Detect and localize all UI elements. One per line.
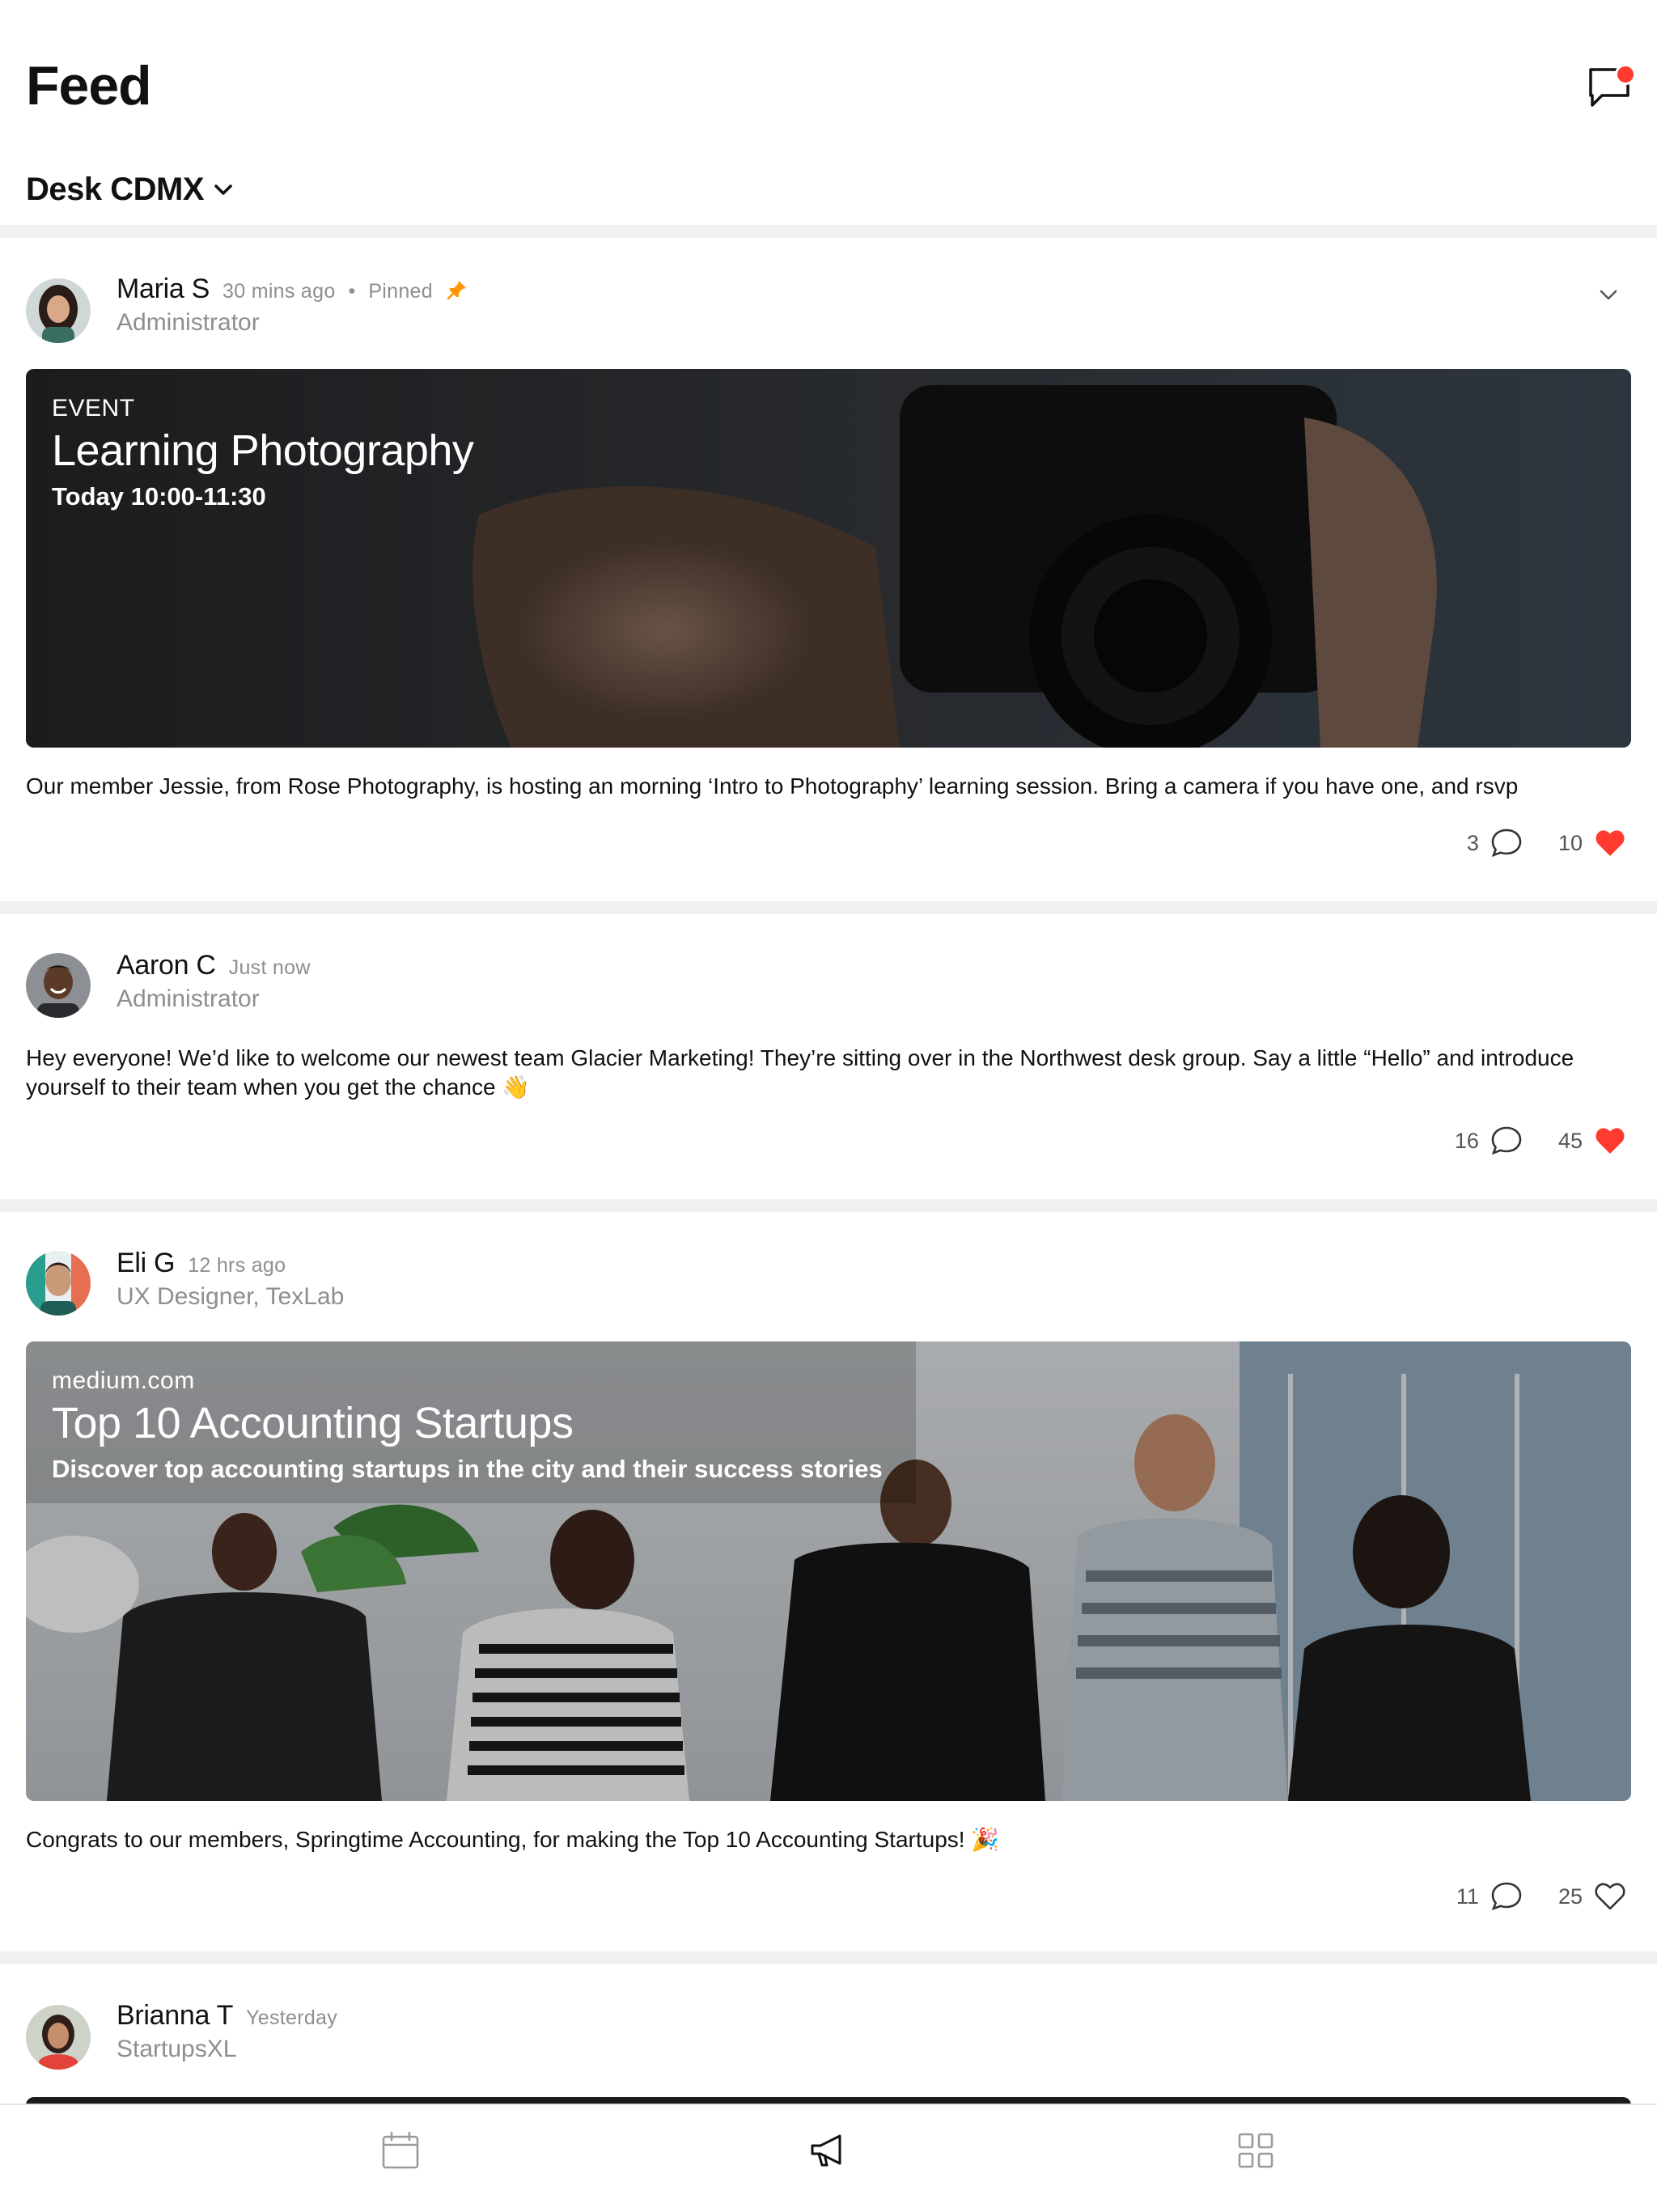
heart-outline-icon[interactable] (1592, 1879, 1628, 1914)
author-name[interactable]: Eli G (117, 1248, 175, 1279)
media-kicker: EVENT (52, 395, 135, 422)
author-role: StartupsXL (117, 2036, 237, 2062)
media-title: Top 10 Accounting Startups (52, 1399, 574, 1447)
heart-filled-icon[interactable] (1592, 825, 1628, 861)
megaphone-icon[interactable] (807, 2129, 850, 2172)
separator-dot: • (348, 280, 356, 303)
pinned-label: Pinned (368, 280, 433, 303)
author-line: Eli G 12 hrs ago (117, 1248, 286, 1279)
media-title: Learning Photography (52, 426, 474, 475)
like-count: 45 (1557, 1128, 1583, 1153)
post-time: Yesterday (246, 2006, 338, 2029)
like-count: 25 (1557, 1884, 1583, 1909)
author-role: UX Designer, TexLab (117, 1283, 345, 1310)
post-time: 12 hrs ago (188, 1254, 286, 1277)
post-stats: 3 10 (1467, 825, 1628, 861)
link-card[interactable]: medium.com Top 10 Accounting Startups Di… (26, 1341, 1631, 1801)
post-body: Congrats to our members, Springtime Acco… (26, 1827, 1000, 1852)
author-name[interactable]: Aaron C (117, 950, 216, 981)
location-selector[interactable]: Desk CDMX (26, 167, 235, 212)
post-body: Our member Jessie, from Rose Photography… (26, 773, 1519, 799)
feed-post: Aaron C Just now Administrator Hey every… (0, 914, 1657, 1199)
chevron-down-icon (214, 184, 232, 195)
header: Feed Desk CDMX (0, 0, 1657, 225)
pin-icon (447, 280, 466, 299)
avatar[interactable] (26, 2005, 91, 2070)
feed-post: Eli G 12 hrs ago UX Designer, TexLab med… (0, 1212, 1657, 1951)
author-name[interactable]: Maria S (117, 273, 210, 305)
feed-post: Brianna T Yesterday StartupsXL (0, 1964, 1657, 2129)
author-line: Brianna T Yesterday (117, 2000, 337, 2032)
comment-count: 16 (1454, 1128, 1479, 1153)
calendar-icon[interactable] (379, 2129, 422, 2172)
section-divider (0, 225, 1657, 238)
author-role: Administrator (117, 985, 260, 1012)
post-divider (0, 1951, 1657, 1964)
location-label: Desk CDMX (26, 171, 205, 207)
author-line: Aaron C Just now (117, 950, 311, 981)
comment-icon[interactable] (1489, 1879, 1524, 1914)
author-role: Administrator (117, 309, 260, 336)
author-line: Maria S 30 mins ago • Pinned (117, 273, 468, 305)
comment-count: 11 (1456, 1884, 1479, 1909)
tab-bar (0, 2104, 1657, 2212)
comment-icon[interactable] (1489, 825, 1524, 861)
post-time: Just now (228, 956, 311, 979)
feed-post: Maria S 30 mins ago • Pinned Administrat… (0, 238, 1657, 901)
post-stats: 16 45 (1455, 1123, 1628, 1159)
comment-icon[interactable] (1489, 1123, 1524, 1159)
heart-filled-icon[interactable] (1592, 1123, 1628, 1159)
media-kicker: medium.com (52, 1367, 195, 1394)
post-divider (0, 901, 1657, 914)
media-subtitle: Today 10:00-11:30 (52, 482, 266, 511)
grid-icon[interactable] (1235, 2129, 1277, 2172)
event-card[interactable]: EVENT Learning Photography Today 10:00-1… (26, 369, 1631, 748)
author-name[interactable]: Brianna T (117, 2000, 233, 2032)
comment-count: 3 (1466, 830, 1479, 855)
avatar[interactable] (26, 278, 91, 343)
post-stats: 11 25 (1456, 1879, 1628, 1914)
media-subtitle: Discover top accounting startups in the … (52, 1455, 883, 1483)
like-count: 10 (1557, 830, 1583, 855)
unread-badge (1615, 64, 1636, 85)
avatar[interactable] (26, 953, 91, 1018)
post-body: Hey everyone! We’d like to welcome our n… (26, 1045, 1574, 1100)
page-title: Feed (26, 55, 152, 117)
post-time: 30 mins ago (222, 280, 336, 303)
chevron-down-icon[interactable] (1594, 280, 1623, 309)
post-divider (0, 1199, 1657, 1212)
avatar[interactable] (26, 1251, 91, 1316)
